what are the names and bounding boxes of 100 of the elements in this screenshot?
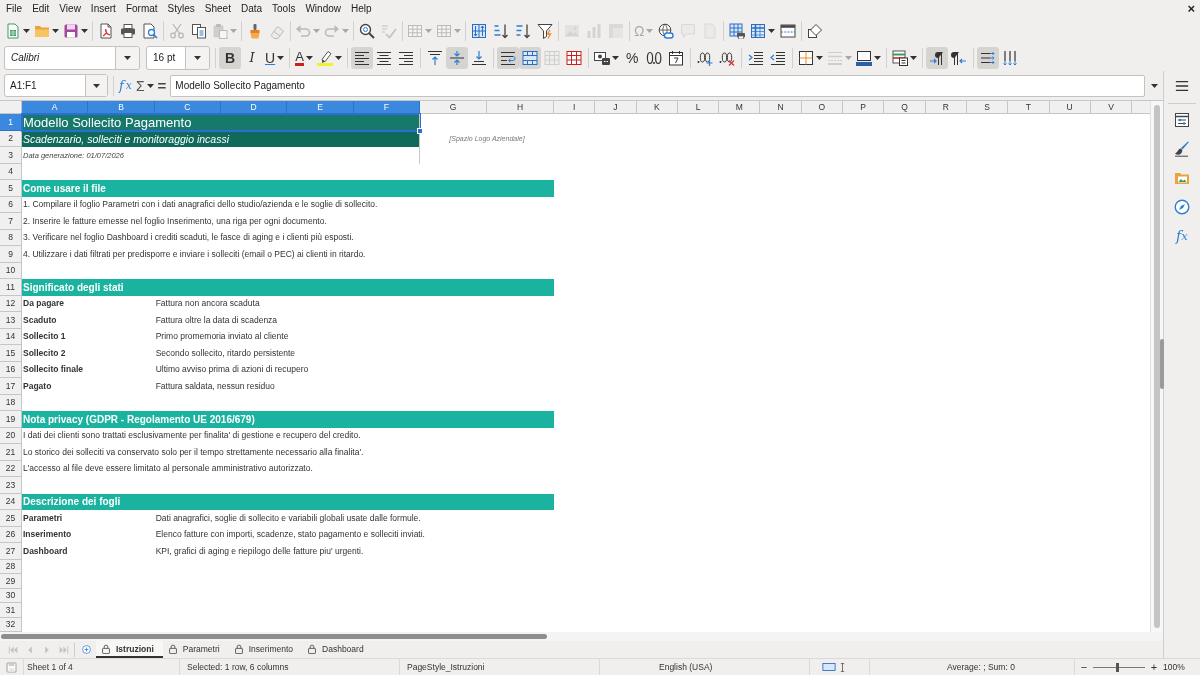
dropdown-button[interactable]	[85, 75, 107, 96]
row-header[interactable]: 19	[0, 411, 22, 428]
percent-button[interactable]: %	[621, 46, 644, 69]
row-header[interactable]: 11	[0, 279, 22, 296]
sheet-tab[interactable]: Dashboard	[302, 641, 373, 658]
align-right-icon	[398, 49, 415, 66]
row-header[interactable]: 13	[0, 312, 22, 329]
checkmark-icon	[381, 23, 397, 39]
add-decimal-icon	[697, 49, 714, 66]
bold-button[interactable]: B	[219, 46, 241, 69]
slider-thumb[interactable]	[1116, 662, 1120, 672]
menu-item[interactable]: File	[1, 1, 28, 17]
caret-icon	[646, 29, 654, 33]
align-middle-icon	[449, 49, 466, 66]
row-header[interactable]: 7	[0, 213, 22, 230]
table-grid-icon	[566, 49, 583, 66]
sheet-tab[interactable]: Istruzioni	[96, 641, 163, 658]
row-header[interactable]: 31	[0, 603, 22, 618]
menu-item[interactable]: Edit	[27, 1, 55, 17]
zoom-out-button[interactable]: −	[1078, 661, 1090, 673]
merge-center-button[interactable]	[519, 46, 542, 69]
row-header[interactable]: 17	[0, 378, 22, 395]
menu-item[interactable]: Window	[300, 1, 346, 17]
skip-right-icon	[58, 644, 69, 655]
section-header: Descrizione dei fogli	[22, 493, 554, 510]
row-header[interactable]: 5	[0, 180, 22, 197]
menu-item[interactable]: Format	[120, 1, 163, 17]
status-term: Dashboard	[22, 545, 69, 557]
menu-item[interactable]: Insert	[85, 1, 121, 17]
row-header[interactable]: 21	[0, 444, 22, 461]
printer-icon	[120, 23, 136, 39]
scrollbar-thumb[interactable]	[1, 634, 547, 639]
status-term: Sollecito finale	[22, 364, 84, 376]
term-description: Fattura oltre la data di scadenza	[154, 314, 279, 326]
column-header[interactable]: G	[419, 101, 487, 114]
close-document-button[interactable]: ×	[1187, 2, 1195, 16]
row-header[interactable]: 3	[0, 147, 22, 164]
scrollbar-thumb[interactable]	[1154, 105, 1160, 628]
clipboard-icon	[212, 23, 228, 39]
undo-icon	[295, 23, 311, 39]
vertical-scrollbar[interactable]	[1150, 101, 1163, 632]
row-header[interactable]: 23	[0, 477, 22, 494]
fill-handle[interactable]	[416, 127, 423, 134]
status-term: Pagato	[22, 380, 53, 392]
image-folder-icon	[1174, 170, 1190, 186]
menu-item[interactable]: Help	[346, 1, 377, 17]
row-header[interactable]: 25	[0, 510, 22, 527]
row-header[interactable]: 29	[0, 574, 22, 589]
menu-item[interactable]: Data	[235, 1, 268, 17]
menu-item[interactable]: Styles	[162, 1, 200, 17]
dropdown-button[interactable]	[185, 46, 209, 69]
caret-icon	[768, 29, 776, 33]
status-term: Da pagare	[22, 298, 66, 310]
sidebar-handle[interactable]	[1160, 339, 1164, 389]
caret-icon	[612, 55, 620, 60]
paintbrush-icon	[1174, 141, 1190, 157]
search-icon	[359, 23, 375, 39]
font-name-combobox[interactable]: Calibri	[4, 45, 140, 70]
formula-input-field[interactable]: Modello Sollecito Pagamento	[170, 74, 1145, 97]
borders-icon	[798, 49, 815, 66]
sheet-text: Lo storico dei solleciti va conservato solo per il tempo strettamente necessario alla finalita'.	[22, 446, 365, 458]
caret-icon	[305, 55, 313, 60]
formula-button[interactable]: =	[155, 74, 169, 97]
font-color-button[interactable]: A	[293, 46, 316, 69]
caret-icon	[313, 29, 320, 33]
calendar-icon	[668, 49, 685, 66]
row-header[interactable]: 1	[0, 114, 22, 131]
zoom-in-button[interactable]: +	[1148, 661, 1160, 673]
sheet-tab[interactable]: Parametri	[162, 641, 229, 658]
pdf-document-icon	[98, 23, 114, 39]
row-header[interactable]: 9	[0, 246, 22, 263]
caret-icon	[816, 55, 824, 60]
sheet-text: 2. Inserire le fatture emesse nel foglio Inserimento, una riga per ogni documento.	[22, 215, 328, 227]
menu-item[interactable]: Tools	[267, 1, 301, 17]
align-left-button[interactable]	[351, 46, 374, 69]
row-header[interactable]: 15	[0, 345, 22, 362]
sheet-tab[interactable]: Inserimento	[228, 641, 303, 658]
wrap-text-button[interactable]	[497, 46, 520, 69]
menu-item[interactable]: View	[54, 1, 86, 17]
caret-icon	[454, 29, 461, 33]
caret-icon	[277, 55, 285, 60]
add-sheet-button[interactable]	[82, 642, 94, 657]
italic-button[interactable]: I	[241, 46, 263, 69]
pilcrow-left-icon	[951, 49, 968, 66]
left-to-right-button[interactable]	[926, 46, 949, 69]
name-box[interactable]: A1:F1	[4, 74, 108, 97]
caret-icon	[910, 55, 918, 60]
skip-left-icon	[7, 644, 18, 655]
language-text: English (USA)	[659, 662, 713, 672]
text-horizontal-button[interactable]	[977, 46, 1000, 69]
row-header[interactable]: 27	[0, 543, 22, 560]
sum-button[interactable]: Σ	[133, 74, 156, 97]
menu-item[interactable]: Sheet	[199, 1, 236, 17]
font-size-combobox[interactable]: 16 pt	[146, 45, 210, 70]
term-description: Elenco fatture con importi, scadenze, stato pagamento e solleciti inviati.	[154, 529, 426, 541]
caret-icon	[52, 29, 59, 33]
underline-button[interactable]: U	[263, 46, 287, 69]
status-term: Inserimento	[22, 529, 73, 541]
dropdown-button[interactable]	[115, 46, 139, 69]
term-description: Fattura non ancora scaduta	[154, 298, 261, 310]
